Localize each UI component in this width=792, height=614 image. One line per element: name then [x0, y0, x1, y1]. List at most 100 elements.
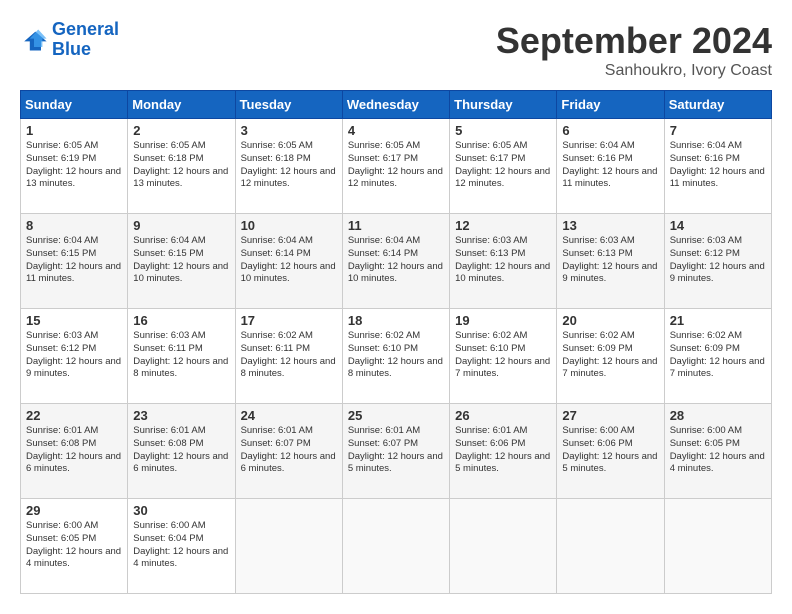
day-info: Sunrise: 6:04 AM Sunset: 6:14 PM Dayligh…	[348, 235, 444, 286]
day-info: Sunrise: 6:04 AM Sunset: 6:14 PM Dayligh…	[241, 235, 337, 286]
page-header: General Blue September 2024 Sanhoukro, I…	[20, 20, 772, 80]
title-block: September 2024 Sanhoukro, Ivory Coast	[496, 20, 772, 80]
day-number: 5	[455, 123, 551, 138]
day-info: Sunrise: 6:00 AM Sunset: 6:05 PM Dayligh…	[26, 520, 122, 571]
day-info: Sunrise: 6:03 AM Sunset: 6:12 PM Dayligh…	[670, 235, 766, 286]
location: Sanhoukro, Ivory Coast	[496, 62, 772, 80]
logo-text: General Blue	[52, 20, 119, 60]
day-number: 21	[670, 313, 766, 328]
day-number: 6	[562, 123, 658, 138]
day-info: Sunrise: 6:04 AM Sunset: 6:15 PM Dayligh…	[133, 235, 229, 286]
day-number: 19	[455, 313, 551, 328]
day-number: 18	[348, 313, 444, 328]
calendar-cell: 3 Sunrise: 6:05 AM Sunset: 6:18 PM Daylig…	[235, 119, 342, 214]
day-number: 7	[670, 123, 766, 138]
day-info: Sunrise: 6:03 AM Sunset: 6:13 PM Dayligh…	[562, 235, 658, 286]
weekday-header-wednesday: Wednesday	[342, 91, 449, 119]
day-number: 27	[562, 408, 658, 423]
day-number: 29	[26, 503, 122, 518]
month-title: September 2024	[496, 20, 772, 62]
calendar-cell: 18 Sunrise: 6:02 AM Sunset: 6:10 PM Dayli…	[342, 309, 449, 404]
calendar-cell	[235, 499, 342, 594]
day-info: Sunrise: 6:05 AM Sunset: 6:19 PM Dayligh…	[26, 140, 122, 191]
day-number: 13	[562, 218, 658, 233]
day-number: 4	[348, 123, 444, 138]
day-info: Sunrise: 6:04 AM Sunset: 6:16 PM Dayligh…	[562, 140, 658, 191]
logo-line1: General	[52, 19, 119, 39]
day-number: 25	[348, 408, 444, 423]
weekday-header-monday: Monday	[128, 91, 235, 119]
day-number: 12	[455, 218, 551, 233]
day-number: 2	[133, 123, 229, 138]
calendar-table: SundayMondayTuesdayWednesdayThursdayFrid…	[20, 90, 772, 594]
calendar-cell: 24 Sunrise: 6:01 AM Sunset: 6:07 PM Dayli…	[235, 404, 342, 499]
day-number: 22	[26, 408, 122, 423]
day-number: 9	[133, 218, 229, 233]
logo: General Blue	[20, 20, 119, 60]
day-number: 11	[348, 218, 444, 233]
calendar-cell: 29 Sunrise: 6:00 AM Sunset: 6:05 PM Dayli…	[21, 499, 128, 594]
logo-line2: Blue	[52, 39, 91, 59]
calendar-cell: 1 Sunrise: 6:05 AM Sunset: 6:19 PM Daylig…	[21, 119, 128, 214]
calendar-cell: 5 Sunrise: 6:05 AM Sunset: 6:17 PM Daylig…	[450, 119, 557, 214]
calendar-cell	[450, 499, 557, 594]
day-info: Sunrise: 6:01 AM Sunset: 6:08 PM Dayligh…	[133, 425, 229, 476]
calendar-cell: 9 Sunrise: 6:04 AM Sunset: 6:15 PM Daylig…	[128, 214, 235, 309]
calendar-cell: 2 Sunrise: 6:05 AM Sunset: 6:18 PM Daylig…	[128, 119, 235, 214]
calendar-cell: 13 Sunrise: 6:03 AM Sunset: 6:13 PM Dayli…	[557, 214, 664, 309]
day-number: 10	[241, 218, 337, 233]
calendar-cell: 10 Sunrise: 6:04 AM Sunset: 6:14 PM Dayli…	[235, 214, 342, 309]
day-info: Sunrise: 6:01 AM Sunset: 6:07 PM Dayligh…	[241, 425, 337, 476]
logo-icon	[20, 26, 48, 54]
calendar-cell: 23Sunrise: 6:01 AM Sunset: 6:08 PM Dayli…	[128, 404, 235, 499]
calendar-cell: 19Sunrise: 6:02 AM Sunset: 6:10 PM Dayli…	[450, 309, 557, 404]
day-number: 14	[670, 218, 766, 233]
day-info: Sunrise: 6:05 AM Sunset: 6:18 PM Dayligh…	[133, 140, 229, 191]
calendar-cell: 30 Sunrise: 6:00 AM Sunset: 6:04 PM Dayli…	[128, 499, 235, 594]
day-number: 8	[26, 218, 122, 233]
calendar-cell: 17 Sunrise: 6:02 AM Sunset: 6:11 PM Dayli…	[235, 309, 342, 404]
day-info: Sunrise: 6:02 AM Sunset: 6:09 PM Dayligh…	[670, 330, 766, 381]
day-number: 30	[133, 503, 229, 518]
day-info: Sunrise: 6:05 AM Sunset: 6:18 PM Dayligh…	[241, 140, 337, 191]
calendar-cell: 14 Sunrise: 6:03 AM Sunset: 6:12 PM Dayli…	[664, 214, 771, 309]
day-info: Sunrise: 6:02 AM Sunset: 6:09 PM Dayligh…	[562, 330, 658, 381]
day-info: Sunrise: 6:05 AM Sunset: 6:17 PM Dayligh…	[348, 140, 444, 191]
day-number: 28	[670, 408, 766, 423]
calendar-cell: 16 Sunrise: 6:03 AM Sunset: 6:11 PM Dayli…	[128, 309, 235, 404]
day-info: Sunrise: 6:04 AM Sunset: 6:16 PM Dayligh…	[670, 140, 766, 191]
day-info: Sunrise: 6:01 AM Sunset: 6:07 PM Dayligh…	[348, 425, 444, 476]
day-number: 3	[241, 123, 337, 138]
day-number: 16	[133, 313, 229, 328]
day-info: Sunrise: 6:01 AM Sunset: 6:08 PM Dayligh…	[26, 425, 122, 476]
day-info: Sunrise: 6:04 AM Sunset: 6:15 PM Dayligh…	[26, 235, 122, 286]
calendar-cell	[557, 499, 664, 594]
day-number: 15	[26, 313, 122, 328]
day-info: Sunrise: 6:00 AM Sunset: 6:06 PM Dayligh…	[562, 425, 658, 476]
day-number: 24	[241, 408, 337, 423]
day-info: Sunrise: 6:03 AM Sunset: 6:11 PM Dayligh…	[133, 330, 229, 381]
day-number: 17	[241, 313, 337, 328]
day-number: 26	[455, 408, 551, 423]
calendar-cell: 15 Sunrise: 6:03 AM Sunset: 6:12 PM Dayli…	[21, 309, 128, 404]
day-info: Sunrise: 6:02 AM Sunset: 6:11 PM Dayligh…	[241, 330, 337, 381]
day-info: Sunrise: 6:02 AM Sunset: 6:10 PM Dayligh…	[348, 330, 444, 381]
calendar-cell	[342, 499, 449, 594]
day-info: Sunrise: 6:00 AM Sunset: 6:04 PM Dayligh…	[133, 520, 229, 571]
weekday-header-thursday: Thursday	[450, 91, 557, 119]
day-number: 20	[562, 313, 658, 328]
day-info: Sunrise: 6:03 AM Sunset: 6:13 PM Dayligh…	[455, 235, 551, 286]
calendar-cell: 28Sunrise: 6:00 AM Sunset: 6:05 PM Dayli…	[664, 404, 771, 499]
calendar-cell: 21 Sunrise: 6:02 AM Sunset: 6:09 PM Dayli…	[664, 309, 771, 404]
calendar-cell: 11 Sunrise: 6:04 AM Sunset: 6:14 PM Dayli…	[342, 214, 449, 309]
calendar-cell: 27 Sunrise: 6:00 AM Sunset: 6:06 PM Dayli…	[557, 404, 664, 499]
day-info: Sunrise: 6:03 AM Sunset: 6:12 PM Dayligh…	[26, 330, 122, 381]
calendar-cell: 7 Sunrise: 6:04 AM Sunset: 6:16 PM Daylig…	[664, 119, 771, 214]
weekday-header-tuesday: Tuesday	[235, 91, 342, 119]
calendar-cell: 6 Sunrise: 6:04 AM Sunset: 6:16 PM Daylig…	[557, 119, 664, 214]
day-info: Sunrise: 6:05 AM Sunset: 6:17 PM Dayligh…	[455, 140, 551, 191]
weekday-header-sunday: Sunday	[21, 91, 128, 119]
calendar-cell: 8 Sunrise: 6:04 AM Sunset: 6:15 PM Daylig…	[21, 214, 128, 309]
calendar-cell: 22 Sunrise: 6:01 AM Sunset: 6:08 PM Dayli…	[21, 404, 128, 499]
day-number: 1	[26, 123, 122, 138]
